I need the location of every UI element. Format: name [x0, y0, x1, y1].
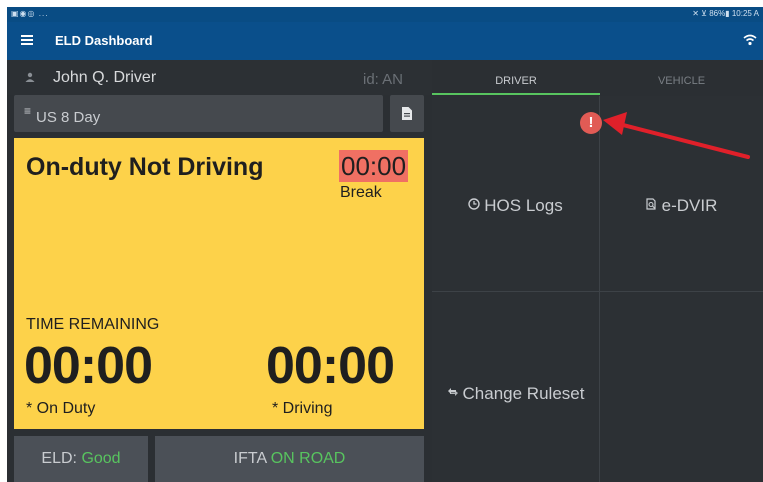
- document-button[interactable]: [390, 95, 424, 132]
- duty-status-title: On-duty Not Driving: [26, 153, 264, 181]
- ifta-value: ON ROAD: [270, 450, 346, 467]
- tab-driver[interactable]: DRIVER: [432, 60, 600, 96]
- edvir-label: e-DVIR: [600, 196, 763, 216]
- hos-logs-tile[interactable]: HOS Logs: [432, 96, 600, 292]
- ifta-status-button[interactable]: IFTA ON ROAD: [155, 436, 424, 482]
- on-duty-label: * On Duty: [26, 400, 96, 417]
- time-remaining-label: TIME REMAINING: [26, 316, 160, 333]
- hos-logs-label: HOS Logs: [432, 196, 599, 216]
- person-icon: [25, 72, 35, 82]
- alert-icon[interactable]: !: [580, 112, 602, 134]
- app-bar: ELD Dashboard: [7, 22, 763, 60]
- on-duty-timer: 00:00: [24, 337, 153, 395]
- driver-name: John Q. Driver: [53, 69, 157, 86]
- break-label: Break: [340, 184, 382, 201]
- driver-row: John Q. Driver id: AN: [7, 60, 432, 95]
- ifta-status-text: IFTA ON ROAD: [155, 450, 424, 468]
- eld-status-text: ELD: Good: [14, 450, 148, 468]
- wifi-icon: [743, 34, 757, 46]
- eld-label: ELD:: [41, 450, 77, 467]
- menu-icon[interactable]: [21, 35, 33, 45]
- change-ruleset-tile[interactable]: Change Ruleset: [432, 292, 600, 482]
- empty-tile: [600, 292, 763, 482]
- tab-driver-indicator: [432, 93, 600, 95]
- status-icons-right: ✕ ⊻ 86%▮ 10:25 A: [692, 9, 759, 18]
- eld-status-button[interactable]: ELD: Good: [14, 436, 148, 482]
- ruleset-dropdown[interactable]: ≡ US 8 Day: [14, 95, 383, 132]
- sync-icon: [447, 388, 458, 396]
- device-screen: ▣◉◎ ... ✕ ⊻ 86%▮ 10:25 A ELD Dashboard J…: [7, 7, 763, 482]
- driving-label: * Driving: [272, 400, 333, 417]
- driver-id: id: AN: [363, 71, 404, 88]
- status-icons-left: ▣◉◎ ...: [11, 9, 49, 18]
- edvir-text: e-DVIR: [661, 196, 718, 215]
- change-ruleset-text: Change Ruleset: [462, 384, 585, 403]
- app-title: ELD Dashboard: [55, 33, 153, 48]
- ifta-label: IFTA: [233, 450, 267, 467]
- driving-timer: 00:00: [266, 337, 395, 395]
- tab-vehicle[interactable]: VEHICLE: [600, 60, 763, 96]
- status-bar: ▣◉◎ ... ✕ ⊻ 86%▮ 10:25 A: [7, 7, 763, 22]
- ruleset-label: US 8 Day: [36, 109, 101, 126]
- list-icon: ≡: [24, 104, 32, 118]
- eld-value: Good: [81, 450, 121, 467]
- search-document-icon: [646, 198, 656, 210]
- change-ruleset-label: Change Ruleset: [432, 384, 599, 404]
- edvir-tile[interactable]: e-DVIR: [600, 96, 763, 292]
- break-timer: 00:00: [339, 150, 409, 182]
- clock-icon: [468, 198, 480, 210]
- document-icon: [402, 107, 412, 120]
- hos-logs-text: HOS Logs: [484, 196, 563, 215]
- duty-status-panel[interactable]: On-duty Not Driving 00:00 Break TIME REM…: [14, 138, 424, 429]
